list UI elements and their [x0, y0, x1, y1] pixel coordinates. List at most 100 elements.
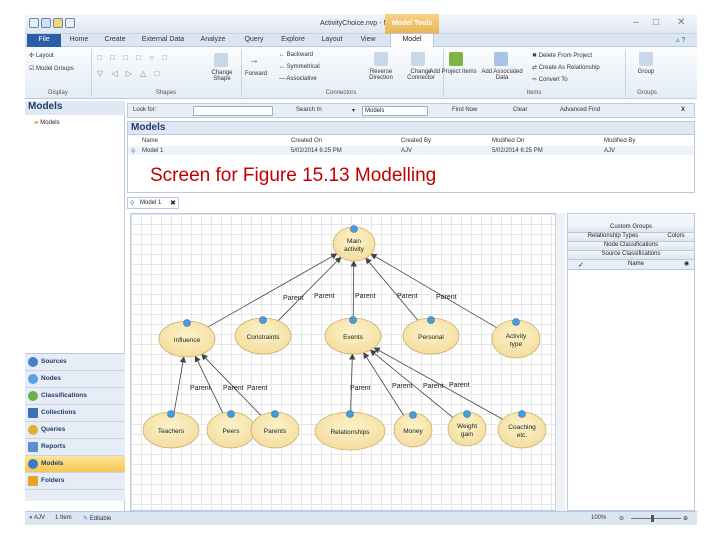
name-column-header[interactable]: ✓ Name ◉ — [568, 260, 694, 270]
node-money[interactable]: Money — [393, 411, 433, 448]
symmetrical-button[interactable]: ↔ Symmetrical — [279, 64, 320, 70]
delete-from-project-button[interactable]: ✖ Delete From Project — [532, 52, 592, 59]
edge-relationships-to-events[interactable] — [349, 353, 356, 413]
tab-query[interactable]: Query — [240, 34, 268, 47]
custom-groups-tab[interactable]: Custom Groups — [568, 224, 694, 233]
node-constraints[interactable]: Constraints — [234, 316, 292, 355]
close-tab-icon[interactable]: ✖ — [170, 199, 176, 207]
nav-nodes[interactable]: Nodes — [25, 371, 125, 388]
maximize-icon[interactable]: □ — [653, 17, 659, 28]
edge-label: Parent — [350, 385, 371, 392]
associative-button[interactable]: — Associative — [279, 76, 317, 82]
search-in-select[interactable]: Models — [362, 106, 428, 116]
create-as-relationship-button[interactable]: ⇄ Create As Relationship — [532, 64, 600, 71]
column-header-modified-on[interactable]: Modified On — [492, 138, 524, 144]
reverse-direction-button[interactable]: Reverse Direction — [363, 69, 399, 81]
zoom-slider[interactable] — [631, 518, 681, 519]
shape-gallery-row2[interactable]: ▽ ◁ ▷ △ □ — [97, 69, 162, 78]
node-peers[interactable]: Peers — [206, 410, 256, 449]
node-label: Peers — [223, 428, 241, 435]
edge-activity_type-to-main[interactable] — [370, 253, 497, 329]
node-relationships[interactable]: Relationships — [314, 410, 386, 451]
close-icon[interactable]: ✕ — [677, 17, 685, 28]
group-button[interactable]: Group — [631, 69, 661, 75]
edge-constraints-to-main[interactable] — [277, 256, 342, 322]
convert-to-button[interactable]: ⇨ Convert To — [532, 76, 568, 83]
node-events[interactable]: Events — [324, 316, 382, 355]
edge-teachers-to-influence[interactable] — [173, 356, 187, 413]
backward-button[interactable]: ← Backward — [279, 52, 313, 58]
node-parents[interactable]: Parents — [250, 410, 300, 449]
column-header-modified-by[interactable]: Modified By — [604, 138, 635, 144]
edge-events-to-main[interactable] — [350, 260, 357, 319]
chevron-down-icon[interactable]: ▾ — [352, 107, 355, 114]
change-shape-icon[interactable] — [214, 53, 228, 67]
column-header-created-on[interactable]: Created On — [291, 138, 322, 144]
node-classifications-tab[interactable]: Node Classifications — [568, 242, 694, 251]
tab-home[interactable]: Home — [66, 34, 92, 47]
node-teachers[interactable]: Teachers — [142, 410, 200, 449]
edge-personal-to-main[interactable] — [365, 257, 419, 321]
node-coaching[interactable]: Coachingetc. — [497, 410, 547, 449]
nav-queries[interactable]: Queries — [25, 422, 125, 439]
find-now-button[interactable]: Find Now — [452, 107, 477, 113]
node-influence[interactable]: Influence — [158, 319, 216, 358]
nav-models[interactable]: Models — [25, 456, 125, 473]
layout-button[interactable]: ✣ Layout — [29, 52, 54, 59]
minimize-icon[interactable]: – — [633, 17, 639, 28]
nav-classifications[interactable]: Classifications — [25, 388, 125, 405]
tab-explore[interactable]: Explore — [276, 34, 310, 47]
node-personal[interactable]: Personal — [402, 316, 460, 355]
look-for-input[interactable] — [193, 106, 273, 116]
clear-button[interactable]: Clear — [513, 107, 527, 113]
zoom-in-icon[interactable]: ⊕ — [683, 515, 688, 522]
tab-analyze[interactable]: Analyze — [196, 34, 230, 47]
eye-icon: ◉ — [684, 261, 690, 267]
context-tab-model-tools: Model Tools — [385, 14, 439, 34]
node-label: Teachers — [158, 428, 185, 435]
cell-name: Model 1 — [142, 148, 164, 154]
node-activity-type[interactable]: Activitytype — [491, 318, 541, 359]
model-groups-toggle[interactable]: ☑ Model Groups — [29, 65, 74, 72]
close-find-button[interactable]: X — [681, 107, 685, 113]
column-header-name[interactable]: Name — [142, 138, 158, 144]
shape-gallery-row1[interactable]: □ □ □ □ ○ □ — [97, 53, 170, 62]
edge-label: Parent — [314, 293, 335, 300]
tab-file[interactable]: File — [27, 34, 61, 47]
source-classifications-tab[interactable]: Source Classifications — [568, 251, 694, 260]
figure-caption-overlay: Screen for Figure 15.13 Modelling — [150, 165, 437, 186]
tab-external-data[interactable]: External Data — [137, 34, 189, 47]
zoom-out-icon[interactable]: ⊖ — [619, 515, 624, 522]
nav-reports[interactable]: Reports — [25, 439, 125, 456]
forward-button[interactable]: Forward — [245, 71, 267, 77]
add-project-items-icon — [449, 52, 463, 66]
help-icon[interactable]: ▵ ? — [676, 36, 685, 44]
tab-create[interactable]: Create — [100, 34, 130, 47]
edge-influence-to-main[interactable] — [207, 253, 338, 328]
canvas-scrollbar[interactable] — [555, 213, 565, 511]
change-shape-button[interactable]: Change Shape — [205, 70, 239, 82]
advanced-find-button[interactable]: Advanced Find — [560, 107, 600, 113]
node-weight-gain[interactable]: Weightgain — [447, 410, 487, 447]
tab-model[interactable]: Model — [390, 33, 434, 47]
nav-sources[interactable]: Sources — [25, 354, 125, 371]
sources-icon — [28, 357, 38, 367]
node-icon — [409, 411, 417, 419]
nav-collections[interactable]: Collections — [25, 405, 125, 422]
nav-folders[interactable]: Folders — [25, 473, 125, 490]
tree-item-models[interactable]: ▰ Models — [34, 119, 60, 126]
folders-icon — [28, 476, 38, 486]
column-header-created-by[interactable]: Created By — [401, 138, 431, 144]
model-canvas[interactable]: Parent Parent Parent Parent Parent Parent Pare… — [130, 213, 565, 511]
tab-layout[interactable]: Layout — [316, 34, 348, 47]
document-tab-model-1[interactable]: ⚲ Model 1 ✖ — [127, 197, 179, 209]
add-project-items-button[interactable]: Add Project Items — [429, 69, 477, 75]
colors-tab[interactable]: Colors — [658, 233, 694, 242]
zoom-slider-thumb[interactable] — [651, 515, 654, 522]
relationship-types-tab[interactable]: Relationship Types — [568, 233, 658, 242]
forward-arrow-icon: → — [249, 55, 259, 66]
add-associated-data-button[interactable]: Add Associated Data — [476, 69, 528, 81]
change-connector-icon — [411, 52, 425, 66]
tab-view[interactable]: View — [354, 34, 382, 47]
node-main[interactable]: Mainactivity — [332, 225, 376, 262]
